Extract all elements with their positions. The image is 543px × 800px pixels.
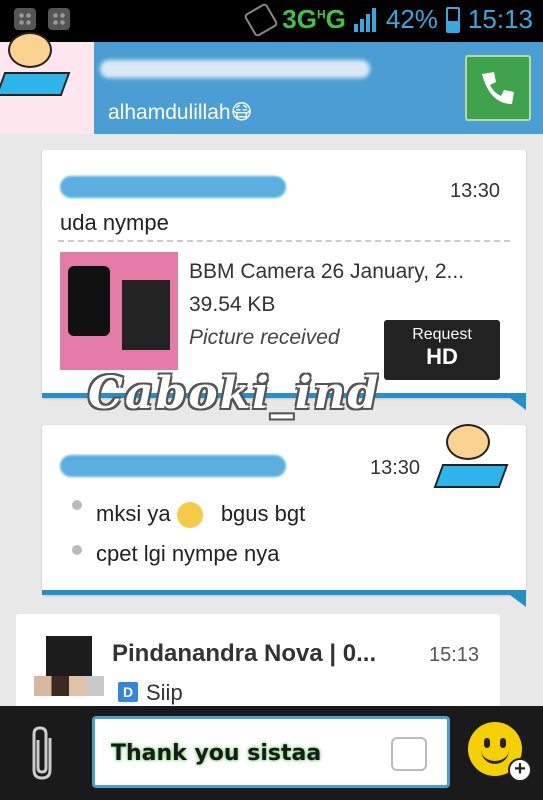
bbm-icon	[14, 8, 36, 30]
bubble-tail	[510, 595, 526, 607]
message-input[interactable]: Thank you sistaa	[92, 716, 450, 788]
attachment-title: BBM Camera 26 January, 2...	[189, 260, 465, 283]
paperclip-icon[interactable]	[28, 724, 60, 784]
chat-preview: Siip	[146, 680, 183, 705]
message-time: 13:30	[370, 457, 421, 479]
cat-sticker-icon	[433, 424, 509, 488]
bubble-tail	[510, 398, 526, 410]
battery-icon	[445, 6, 460, 33]
plus-icon[interactable]: +	[508, 758, 532, 782]
attachment-size: 39.54 KB	[189, 293, 276, 316]
divider	[58, 240, 510, 242]
message-line: mksi ya bgus bgt	[96, 501, 305, 529]
watermark: Caboki_ind	[88, 368, 381, 419]
call-button[interactable]	[465, 55, 531, 121]
chat-time: 15:13	[429, 644, 480, 666]
signal-icon	[353, 7, 378, 32]
message-line: cpet lgi nympe nya	[96, 541, 280, 566]
request-hd-button[interactable]: Request HD	[384, 320, 500, 380]
message-bubble[interactable]: 13:30 uda nympe BBM Camera 26 January, 2…	[42, 150, 526, 410]
sender-name-redacted	[60, 455, 286, 477]
delivered-icon: D	[118, 682, 138, 702]
contact-status: alhamdulillah😷	[108, 101, 253, 124]
chat-list-item[interactable]: Pindanandra Nova | 0... 15:13 D Siip	[16, 614, 500, 714]
avatar-strip	[34, 676, 104, 696]
chat-name: Pindanandra Nova | 0...	[112, 640, 377, 667]
clock: 15:13	[467, 4, 533, 34]
status-bar: 3GHG 42% 15:13	[0, 0, 543, 42]
vibrate-icon	[243, 1, 280, 38]
attachment-status: Picture received	[189, 326, 340, 349]
bullet	[72, 545, 82, 555]
composer-bar: Thank you sistaa +	[0, 706, 543, 800]
cat-sticker-icon	[0, 32, 71, 96]
network-type: 3GHG	[282, 4, 346, 34]
chat-header: alhamdulillah😷	[0, 42, 543, 134]
grin-emoji-icon	[176, 502, 203, 529]
phone-icon	[482, 72, 514, 104]
bullet	[72, 500, 82, 510]
image-thumbnail[interactable]	[60, 252, 178, 370]
bbm-icon	[48, 8, 70, 30]
battery-percent: 42%	[385, 4, 438, 34]
sender-name-redacted	[60, 176, 286, 198]
message-input-text: Thank you sistaa	[111, 741, 322, 766]
message-text: uda nympe	[60, 210, 169, 235]
bubble-bar	[42, 590, 526, 595]
message-time: 13:30	[450, 180, 501, 202]
contact-name-redacted[interactable]	[100, 60, 370, 78]
quick-reply-icon[interactable]	[391, 737, 427, 771]
